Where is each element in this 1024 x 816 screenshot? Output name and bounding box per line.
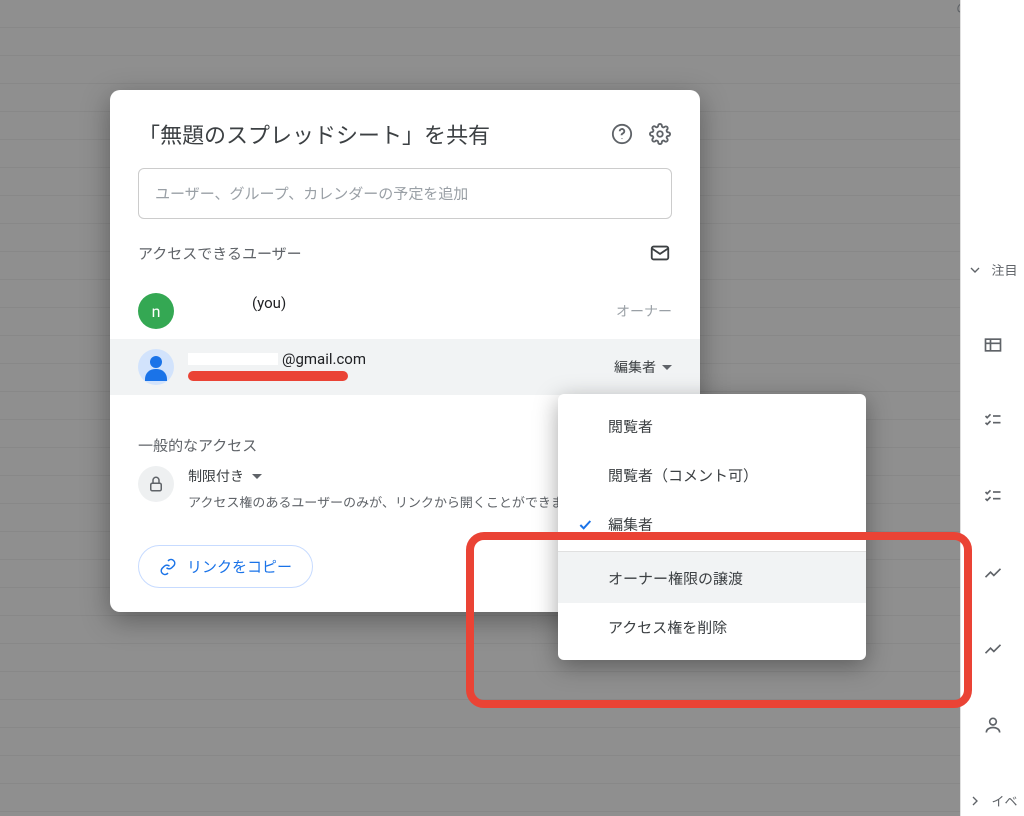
user-email-primary: @gmail.com <box>188 350 600 368</box>
role-option-label: 閲覧者 <box>608 416 653 437</box>
chevron-right-icon <box>967 793 983 809</box>
role-option-remove-access[interactable]: アクセス権を削除 <box>558 603 866 652</box>
sidebar-item-person[interactable] <box>983 715 1003 735</box>
role-option-label: オーナー権限の譲渡 <box>608 568 743 589</box>
check-icon <box>576 516 594 534</box>
checklist-icon <box>983 411 1003 431</box>
user-email <box>188 312 602 328</box>
sidebar-item-label: イベ <box>991 791 1017 810</box>
sidebar-item-focus[interactable]: 注目 <box>967 260 1017 279</box>
checklist-icon <box>983 487 1003 507</box>
dropdown-triangle-icon <box>252 474 262 479</box>
role-option-label: 編集者 <box>608 514 653 535</box>
role-dropdown[interactable]: 編集者 <box>614 357 672 377</box>
sidebar-item-chart-2[interactable] <box>983 639 1003 659</box>
table-icon <box>983 335 1003 355</box>
redacted-text <box>188 353 278 365</box>
role-option-transfer-ownership[interactable]: オーナー権限の譲渡 <box>558 551 866 603</box>
role-option-editor[interactable]: 編集者 <box>558 500 866 549</box>
role-option-commenter[interactable]: 閲覧者（コメント可） <box>558 451 866 500</box>
user-email-secondary <box>188 368 600 385</box>
redacted-bar <box>188 371 348 381</box>
sidebar-item-checklist-2[interactable] <box>983 487 1003 507</box>
help-button[interactable] <box>610 122 634 146</box>
user-row-collaborator: @gmail.com 編集者 <box>110 339 700 395</box>
role-option-viewer[interactable]: 閲覧者 <box>558 402 866 451</box>
add-people-placeholder: ユーザー、グループ、カレンダーの予定を追加 <box>155 185 468 203</box>
user-row-owner: n (you) オーナー <box>138 283 672 339</box>
role-option-label: アクセス権を削除 <box>608 617 727 638</box>
sidebar-item-label: 注目 <box>991 260 1017 279</box>
sidebar-item-table[interactable] <box>983 335 1003 355</box>
access-section-label: アクセスできるユーザー <box>138 243 302 264</box>
line-chart-icon <box>983 563 1003 583</box>
dialog-title: 「無題のスプレッドシート」を共有 <box>138 118 490 150</box>
role-option-label: 閲覧者（コメント可） <box>608 465 758 486</box>
copy-link-button[interactable]: リンクをコピー <box>138 545 313 588</box>
role-dropdown-label: 編集者 <box>614 357 656 377</box>
right-sidebar: 注目 イベ <box>960 0 1024 816</box>
lock-circle <box>138 466 174 502</box>
owner-role-label: オーナー <box>616 301 672 321</box>
person-icon <box>983 715 1003 735</box>
notify-button[interactable] <box>648 241 672 265</box>
help-icon <box>611 123 633 145</box>
sidebar-item-checklist[interactable] <box>983 411 1003 431</box>
mail-icon <box>649 242 671 264</box>
redacted-text <box>188 297 248 309</box>
general-access-mode: 制限付き <box>188 466 244 486</box>
settings-button[interactable] <box>648 122 672 146</box>
chevron-down-icon <box>967 262 983 278</box>
redacted-text <box>188 312 328 324</box>
gear-icon <box>649 123 671 145</box>
add-people-input[interactable]: ユーザー、グループ、カレンダーの予定を追加 <box>138 168 672 219</box>
line-chart-icon <box>983 639 1003 659</box>
user-name: (you) <box>188 294 602 312</box>
avatar <box>138 349 174 385</box>
sidebar-item-events[interactable]: イベ <box>967 791 1017 810</box>
link-icon <box>159 558 177 576</box>
avatar: n <box>138 293 174 329</box>
sidebar-item-chart[interactable] <box>983 563 1003 583</box>
lock-icon <box>147 475 165 493</box>
copy-link-label: リンクをコピー <box>187 556 292 577</box>
role-popover-menu: 閲覧者 閲覧者（コメント可） 編集者 オーナー権限の譲渡 アクセス権を削除 <box>558 394 866 660</box>
dropdown-triangle-icon <box>662 365 672 370</box>
